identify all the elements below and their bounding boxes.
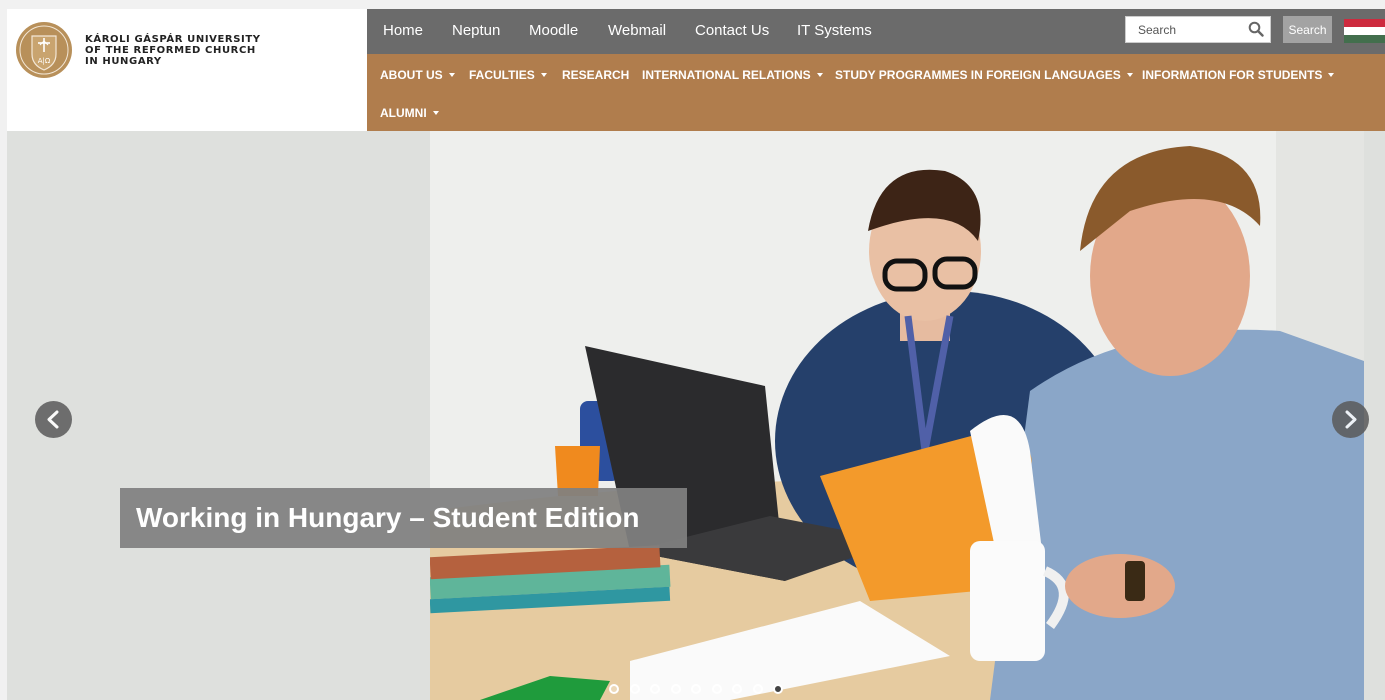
mainnav-international-relations[interactable]: INTERNATIONAL RELATIONS xyxy=(642,68,823,82)
caret-down-icon xyxy=(1126,73,1133,77)
search-input[interactable] xyxy=(1126,17,1256,42)
topnav-it-systems-link[interactable]: IT Systems xyxy=(797,22,872,39)
caret-down-icon xyxy=(540,73,547,77)
slide-caption[interactable]: Working in Hungary – Student Edition xyxy=(120,488,687,548)
university-name[interactable]: KÁROLI GÁSPÁR UNIVERSITY OF THE REFORMED… xyxy=(85,34,261,67)
main-navigation: ABOUT US FACULTIES RESEARCH INTERNATIONA… xyxy=(367,54,1385,131)
mainnav-international-relations-label: INTERNATIONAL RELATIONS xyxy=(642,68,811,82)
mainnav-research-label: RESEARCH xyxy=(562,68,630,82)
mainnav-alumni[interactable]: ALUMNI xyxy=(380,106,439,120)
svg-text:A|Ω: A|Ω xyxy=(38,57,51,65)
university-name-line-2: OF THE REFORMED CHURCH xyxy=(85,45,256,56)
page: A|Ω KÁROLI GÁSPÁR UNIVERSITY OF THE REFO… xyxy=(7,9,1385,700)
mainnav-faculties[interactable]: FACULTIES xyxy=(469,68,547,82)
top-navigation-bar: Home Neptun Moodle Webmail Contact Us IT… xyxy=(367,9,1385,54)
topnav-neptun-link[interactable]: Neptun xyxy=(452,22,500,39)
slider-dot-4[interactable] xyxy=(670,684,681,694)
mainnav-study-programmes-label: STUDY PROGRAMMES IN FOREIGN LANGUAGES xyxy=(835,68,1121,82)
chevron-right-icon xyxy=(1345,410,1357,429)
topnav-contact-us-link[interactable]: Contact Us xyxy=(695,22,769,39)
mainnav-study-programmes[interactable]: STUDY PROGRAMMES IN FOREIGN LANGUAGES xyxy=(835,68,1133,82)
hero-slider: Working in Hungary – Student Edition xyxy=(7,131,1385,700)
caret-down-icon xyxy=(1328,73,1335,77)
mainnav-about-us-label: ABOUT US xyxy=(380,68,443,82)
topnav-home-link[interactable]: Home xyxy=(383,22,423,39)
university-name-line-1: KÁROLI GÁSPÁR UNIVERSITY xyxy=(85,34,261,45)
slider-dot-9[interactable] xyxy=(773,684,783,694)
topnav-webmail-link[interactable]: Webmail xyxy=(608,22,666,39)
slider-prev-button[interactable] xyxy=(35,401,72,438)
slider-dot-5[interactable] xyxy=(691,684,701,694)
slider-dot-1[interactable] xyxy=(609,684,619,694)
slider-dot-2[interactable] xyxy=(629,684,640,694)
slider-dot-7[interactable] xyxy=(732,684,742,694)
slide-photo xyxy=(430,131,1364,700)
chevron-left-icon xyxy=(47,410,59,429)
university-name-line-3: IN HUNGARY xyxy=(85,56,162,67)
caret-down-icon xyxy=(448,73,455,77)
slider-dot-6[interactable] xyxy=(711,684,722,694)
search-button[interactable]: Search xyxy=(1283,16,1332,43)
slider-dot-8[interactable] xyxy=(752,684,763,694)
mainnav-alumni-label: ALUMNI xyxy=(380,106,427,120)
mainnav-about-us[interactable]: ABOUT US xyxy=(380,68,455,82)
slider-dot-3[interactable] xyxy=(650,684,660,694)
topnav-moodle-link[interactable]: Moodle xyxy=(529,22,578,39)
mainnav-information-for-students-label: INFORMATION FOR STUDENTS xyxy=(1142,68,1323,82)
slider-pagination-dots xyxy=(609,681,794,695)
university-seal-icon: A|Ω xyxy=(16,22,72,78)
mainnav-information-for-students[interactable]: INFORMATION FOR STUDENTS xyxy=(1142,68,1335,82)
slider-next-button[interactable] xyxy=(1332,401,1369,438)
mainnav-faculties-label: FACULTIES xyxy=(469,68,535,82)
caret-down-icon xyxy=(816,73,823,77)
hungarian-flag-icon[interactable] xyxy=(1344,19,1385,43)
caret-down-icon xyxy=(432,111,439,115)
search-box xyxy=(1125,16,1271,43)
header-logo-area[interactable]: A|Ω KÁROLI GÁSPÁR UNIVERSITY OF THE REFO… xyxy=(7,9,367,131)
slide-photo-illustration xyxy=(430,131,1364,700)
search-icon[interactable] xyxy=(1248,21,1264,37)
mainnav-research[interactable]: RESEARCH xyxy=(562,68,629,82)
